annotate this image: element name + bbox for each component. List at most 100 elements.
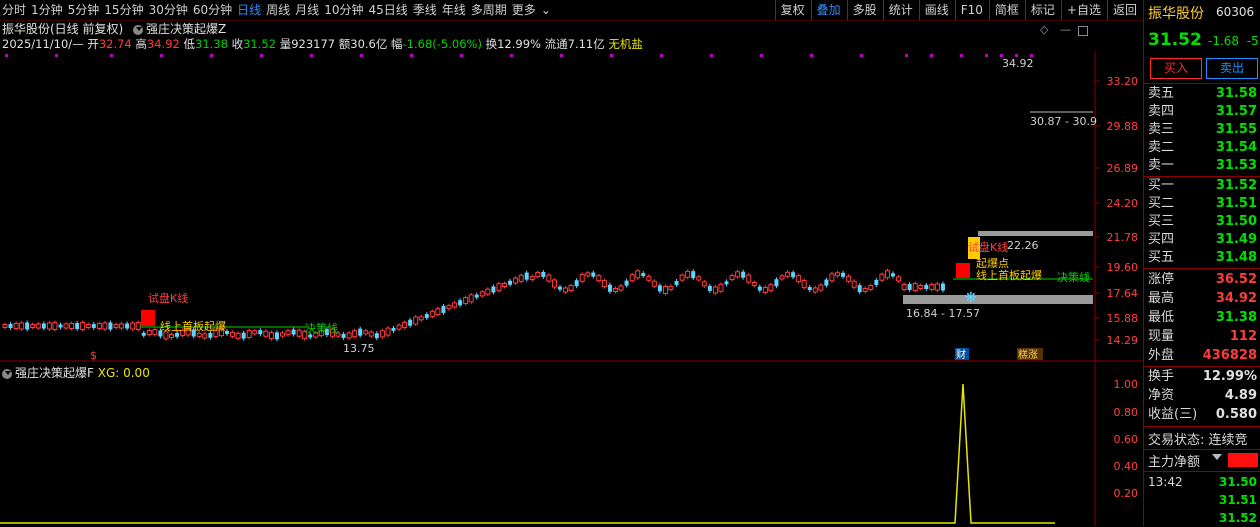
candle-body [46,322,52,330]
order-book-row[interactable]: 买二 31.51 [1144,195,1260,213]
order-book-row[interactable]: 卖一 31.53 [1144,157,1260,175]
signal-dot [210,54,213,57]
period-tab[interactable]: 30分钟 [147,0,190,20]
signal-dot [5,54,8,57]
stat-label: 外盘 [1148,348,1175,363]
candle-body [646,275,652,281]
toolbar-button[interactable]: +自选 [1060,0,1106,20]
tick-price: 31.52 [1219,511,1257,525]
period-tab[interactable]: 周线 [264,0,292,20]
period-tab[interactable]: 1分钟 [29,0,65,20]
toolbar-button[interactable]: 画线 [918,0,954,20]
price-axis-tick: 21.78 [1107,231,1139,244]
buy-button[interactable]: 买入 [1150,58,1202,79]
toolbar-button[interactable]: 标记 [1024,0,1060,20]
period-tab[interactable]: 更多 [510,0,538,20]
industry-tag[interactable]: 无机盐 [608,37,643,51]
maximize-icon[interactable] [1078,26,1088,36]
candle-body [135,322,141,330]
order-book-row[interactable]: 卖二 31.54 [1144,139,1260,157]
period-tab[interactable]: 多周期 [469,0,509,20]
period-tab[interactable]: 月线 [293,0,321,20]
toolbar-button[interactable]: 多股 [846,0,882,20]
signal-dot [610,54,613,57]
candle-body [91,324,96,328]
min-price-label: 13.75 [343,342,375,355]
candle-body [446,305,452,310]
order-book-row[interactable]: 买三 31.50 [1144,213,1260,231]
candle-body [712,286,718,294]
stat-row: 最低 31.38 [1144,308,1260,327]
candle-body [169,333,174,338]
signal-dot [360,54,363,57]
candle-body [441,305,446,313]
signal-dot [860,54,863,57]
resistance-zone-bar [978,231,1093,236]
order-book-row[interactable]: 卖三 31.55 [1144,121,1260,139]
period-tab[interactable]: 年线 [440,0,468,20]
more-chevron-icon[interactable]: ⌄ [539,0,553,20]
stat-value: 12.99% [1202,369,1257,384]
order-level-label: 卖一 [1148,158,1175,173]
period-tab[interactable]: 季线 [411,0,439,20]
period-tab[interactable]: 日线 [235,0,263,20]
order-book-row[interactable]: 买五 31.48 [1144,249,1260,267]
toolbar-right-buttons: 复权 叠加 多股 统计 画线 F10 简框 标记 +自选 返回 [774,0,1143,20]
period-tab[interactable]: 分时 [0,0,28,20]
high-value: 34.92 [146,37,180,51]
candlestick-chart[interactable]: 33.20 29.88 26.89 24.20 21.78 19.60 17.64 15.88… [0,52,1143,362]
main-flow-label: 主力净额 [1148,455,1201,470]
low-label: 低 [183,37,196,51]
sub-axis-tick: 0.40 [1114,460,1139,473]
signal-dot [55,54,58,57]
chevron-down-icon[interactable] [1212,454,1222,465]
period-tab[interactable]: 15分钟 [102,0,145,20]
candle-body [735,271,741,278]
dropdown-circle-icon[interactable] [133,24,144,35]
close-value: 31.52 [243,37,277,51]
signal-dot [160,54,163,57]
minus-icon[interactable]: — [1060,23,1071,36]
float-label: 流通 [544,37,568,51]
candle-body [252,330,258,335]
toolbar-button[interactable]: 统计 [882,0,918,20]
stat-row: 净资 4.89 [1144,386,1260,405]
signal-dot [460,54,463,57]
panel-divider [1144,426,1260,427]
sub-axis-tick: 0.20 [1114,487,1139,500]
settings-icon[interactable]: ◇ [1040,23,1048,36]
toolbar-button[interactable]: F10 [954,0,988,20]
float-value: 7.11亿 [567,37,605,51]
stat-row: 最高 34.92 [1144,289,1260,308]
candle-body [474,294,479,298]
toolbar-button[interactable]: 复权 [774,0,810,20]
candle-body [746,274,752,283]
indicator-name[interactable]: 强庄决策起爆Z [146,22,226,36]
period-tab[interactable]: 5分钟 [66,0,102,20]
sell-button[interactable]: 卖出 [1206,58,1258,79]
toolbar-button[interactable]: 简框 [988,0,1024,20]
order-level-label: 买五 [1148,250,1175,265]
toolbar-button[interactable]: 返回 [1106,0,1142,20]
candle-body [280,332,285,337]
chart-title-row: 振华股份(日线 前复权) 强庄决策起爆Z [2,21,226,37]
xg-signal-line [0,383,1055,524]
period-tab[interactable]: 10分钟 [322,0,365,20]
candle-body [940,283,945,291]
candle-body [19,322,25,330]
price-axis-tick: 14.29 [1107,334,1139,347]
period-tab[interactable]: 45日线 [366,0,409,20]
order-book-row[interactable]: 卖五 31.58 [1144,85,1260,103]
xg-signal-chart[interactable]: 1.00 0.80 0.60 0.40 0.20 [0,362,1143,526]
stat-row: 涨停 36.52 [1144,270,1260,289]
candle-body [874,279,879,285]
order-book-row[interactable]: 买四 31.49 [1144,231,1260,249]
order-book-row[interactable]: 卖四 31.57 [1144,103,1260,121]
toolbar-button[interactable]: 叠加 [810,0,846,20]
candle-body [857,285,862,293]
candle-body [113,324,119,328]
period-tab[interactable]: 60分钟 [191,0,234,20]
order-book-row[interactable]: 买一 31.52 [1144,177,1260,195]
candle-body [352,330,358,338]
candle-body [69,323,75,329]
